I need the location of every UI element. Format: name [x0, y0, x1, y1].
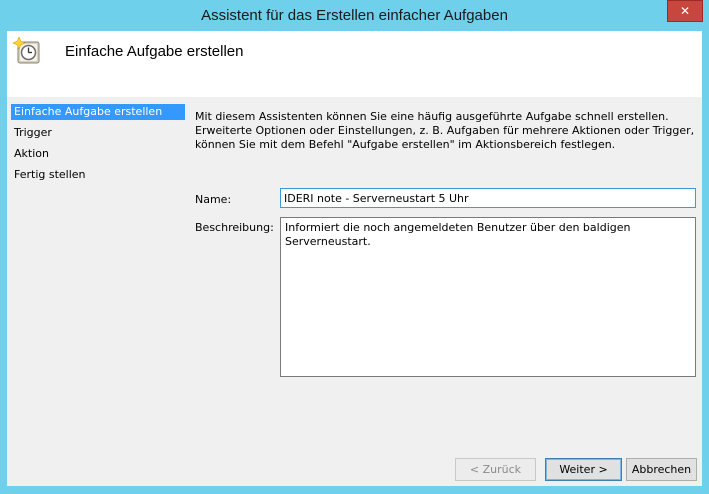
wizard-footer: < Zurück Weiter > Abbrechen — [7, 454, 702, 486]
next-button[interactable]: Weiter > — [545, 458, 622, 481]
name-input[interactable] — [280, 188, 696, 208]
intro-description: Mit diesem Assistenten können Sie eine h… — [195, 110, 695, 152]
description-input[interactable]: Informiert die noch angemeldeten Benutze… — [280, 217, 696, 377]
nav-item-aktion[interactable]: Aktion — [11, 146, 185, 162]
wizard-body: Einfache Aufgabe erstellen Trigger Aktio… — [7, 97, 702, 454]
back-button[interactable]: < Zurück — [455, 458, 536, 481]
intro-line-3: können Sie mit dem Befehl "Aufgabe erste… — [195, 138, 616, 151]
wizard-header: Einfache Aufgabe erstellen — [7, 31, 702, 97]
name-label: Name: — [195, 193, 232, 206]
close-button[interactable]: ✕ — [667, 0, 703, 22]
nav-item-einfache-aufgabe[interactable]: Einfache Aufgabe erstellen — [11, 104, 185, 120]
nav-item-fertig-stellen[interactable]: Fertig stellen — [11, 167, 185, 183]
wizard-window: Assistent für das Erstellen einfacher Au… — [0, 0, 709, 494]
page-title: Einfache Aufgabe erstellen — [65, 43, 244, 60]
description-label: Beschreibung: — [195, 221, 274, 234]
intro-line-2: Erweiterte Optionen oder Einstellungen, … — [195, 124, 695, 137]
task-clock-icon — [12, 36, 43, 67]
window-frame-bottom — [0, 486, 709, 494]
wizard-client-area: Einfache Aufgabe erstellen Einfache Aufg… — [7, 31, 702, 486]
cancel-button[interactable]: Abbrechen — [626, 458, 697, 481]
close-icon: ✕ — [679, 4, 691, 18]
window-title: Assistent für das Erstellen einfacher Au… — [201, 7, 508, 24]
title-bar[interactable]: Assistent für das Erstellen einfacher Au… — [0, 0, 709, 31]
nav-item-trigger[interactable]: Trigger — [11, 125, 185, 141]
intro-line-1: Mit diesem Assistenten können Sie eine h… — [195, 110, 669, 123]
